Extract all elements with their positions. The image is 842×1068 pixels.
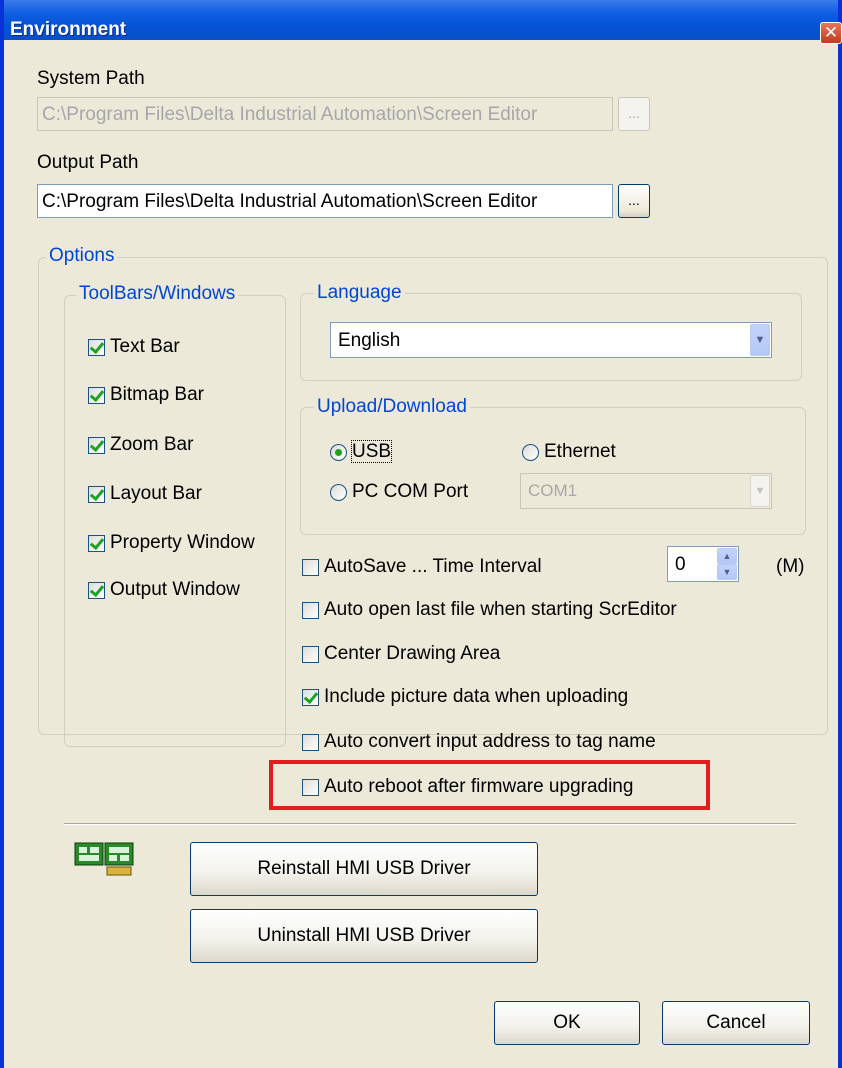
upload-download-group (300, 407, 806, 535)
language-selected-value: English (338, 330, 401, 351)
auto-convert-address-checkbox[interactable]: Auto convert input address to tag name (302, 731, 656, 755)
center-drawing-area-checkbox[interactable]: Center Drawing Area (302, 643, 500, 667)
com-port-select: COM1 ▼ (520, 473, 772, 509)
options-group-title: Options (46, 245, 118, 267)
chevron-down-icon: ▼ (750, 475, 770, 507)
upload-download-group-title: Upload/Download (314, 396, 470, 418)
spinner-up-icon[interactable]: ▲ (717, 548, 737, 564)
com-port-value: COM1 (528, 481, 578, 500)
checkbox-box[interactable] (88, 581, 105, 599)
output-path-browse-button[interactable]: ... (618, 184, 650, 218)
usb-driver-icon (74, 841, 136, 879)
system-path-browse-button: ... (618, 97, 650, 131)
checkbox-box[interactable] (88, 386, 105, 404)
usb-radio[interactable]: USB (330, 440, 393, 465)
checkbox-box[interactable] (88, 534, 105, 552)
toolbars-group-title: ToolBars/Windows (76, 283, 239, 305)
checkbox-box[interactable] (88, 436, 105, 454)
checkbox-box[interactable] (302, 688, 319, 706)
output-path-label: Output Path (37, 152, 139, 173)
reinstall-usb-driver-button[interactable]: Reinstall HMI USB Driver (190, 842, 538, 896)
checkbox-box[interactable] (88, 485, 105, 503)
checkbox-box[interactable] (302, 778, 319, 796)
system-path-field: C:\Program Files\Delta Industrial Automa… (37, 97, 613, 131)
time-interval-spinner[interactable]: 0 ▲ ▼ (667, 546, 739, 582)
auto-reboot-checkbox[interactable]: Auto reboot after firmware upgrading (302, 776, 633, 800)
title-bar[interactable]: Environment ✕ (4, 0, 842, 44)
text-bar-checkbox[interactable]: Text Bar (88, 336, 180, 360)
close-button[interactable]: ✕ (820, 22, 842, 44)
toolbars-group (64, 295, 286, 747)
pc-com-port-radio[interactable]: PC COM Port (330, 481, 468, 505)
language-group-title: Language (314, 282, 405, 304)
output-path-field[interactable]: C:\Program Files\Delta Industrial Automa… (37, 184, 613, 218)
language-select[interactable]: English ▼ (330, 322, 772, 358)
radio-dot[interactable] (330, 483, 347, 501)
checkbox-box[interactable] (88, 338, 105, 356)
checkbox-box[interactable] (302, 733, 319, 751)
autosave-checkbox[interactable]: AutoSave ... Time Interval (302, 556, 542, 580)
checkbox-box[interactable] (302, 601, 319, 619)
layout-bar-checkbox[interactable]: Layout Bar (88, 483, 202, 507)
close-icon: ✕ (823, 23, 839, 42)
system-path-label: System Path (37, 68, 145, 89)
radio-dot[interactable] (330, 443, 347, 461)
bitmap-bar-checkbox[interactable]: Bitmap Bar (88, 384, 204, 408)
output-window-checkbox[interactable]: Output Window (88, 579, 240, 603)
checkbox-box[interactable] (302, 558, 319, 576)
property-window-checkbox[interactable]: Property Window (88, 532, 264, 556)
uninstall-usb-driver-button[interactable]: Uninstall HMI USB Driver (190, 909, 538, 963)
include-picture-data-checkbox[interactable]: Include picture data when uploading (302, 686, 628, 710)
ok-button[interactable]: OK (494, 1001, 640, 1045)
radio-dot[interactable] (522, 443, 539, 461)
time-interval-value: 0 (675, 554, 686, 575)
auto-open-last-file-checkbox[interactable]: Auto open last file when starting ScrEdi… (302, 599, 677, 623)
window-title: Environment (10, 19, 127, 40)
zoom-bar-checkbox[interactable]: Zoom Bar (88, 434, 193, 458)
chevron-down-icon[interactable]: ▼ (750, 324, 770, 356)
spinner-down-icon[interactable]: ▼ (717, 564, 737, 580)
separator (64, 823, 796, 825)
environment-dialog: Environment ✕ System Path C:\Program Fil… (0, 0, 842, 1068)
ethernet-radio[interactable]: Ethernet (522, 441, 616, 465)
time-interval-unit: (M) (776, 556, 805, 577)
cancel-button[interactable]: Cancel (662, 1001, 810, 1045)
checkbox-box[interactable] (302, 645, 319, 663)
